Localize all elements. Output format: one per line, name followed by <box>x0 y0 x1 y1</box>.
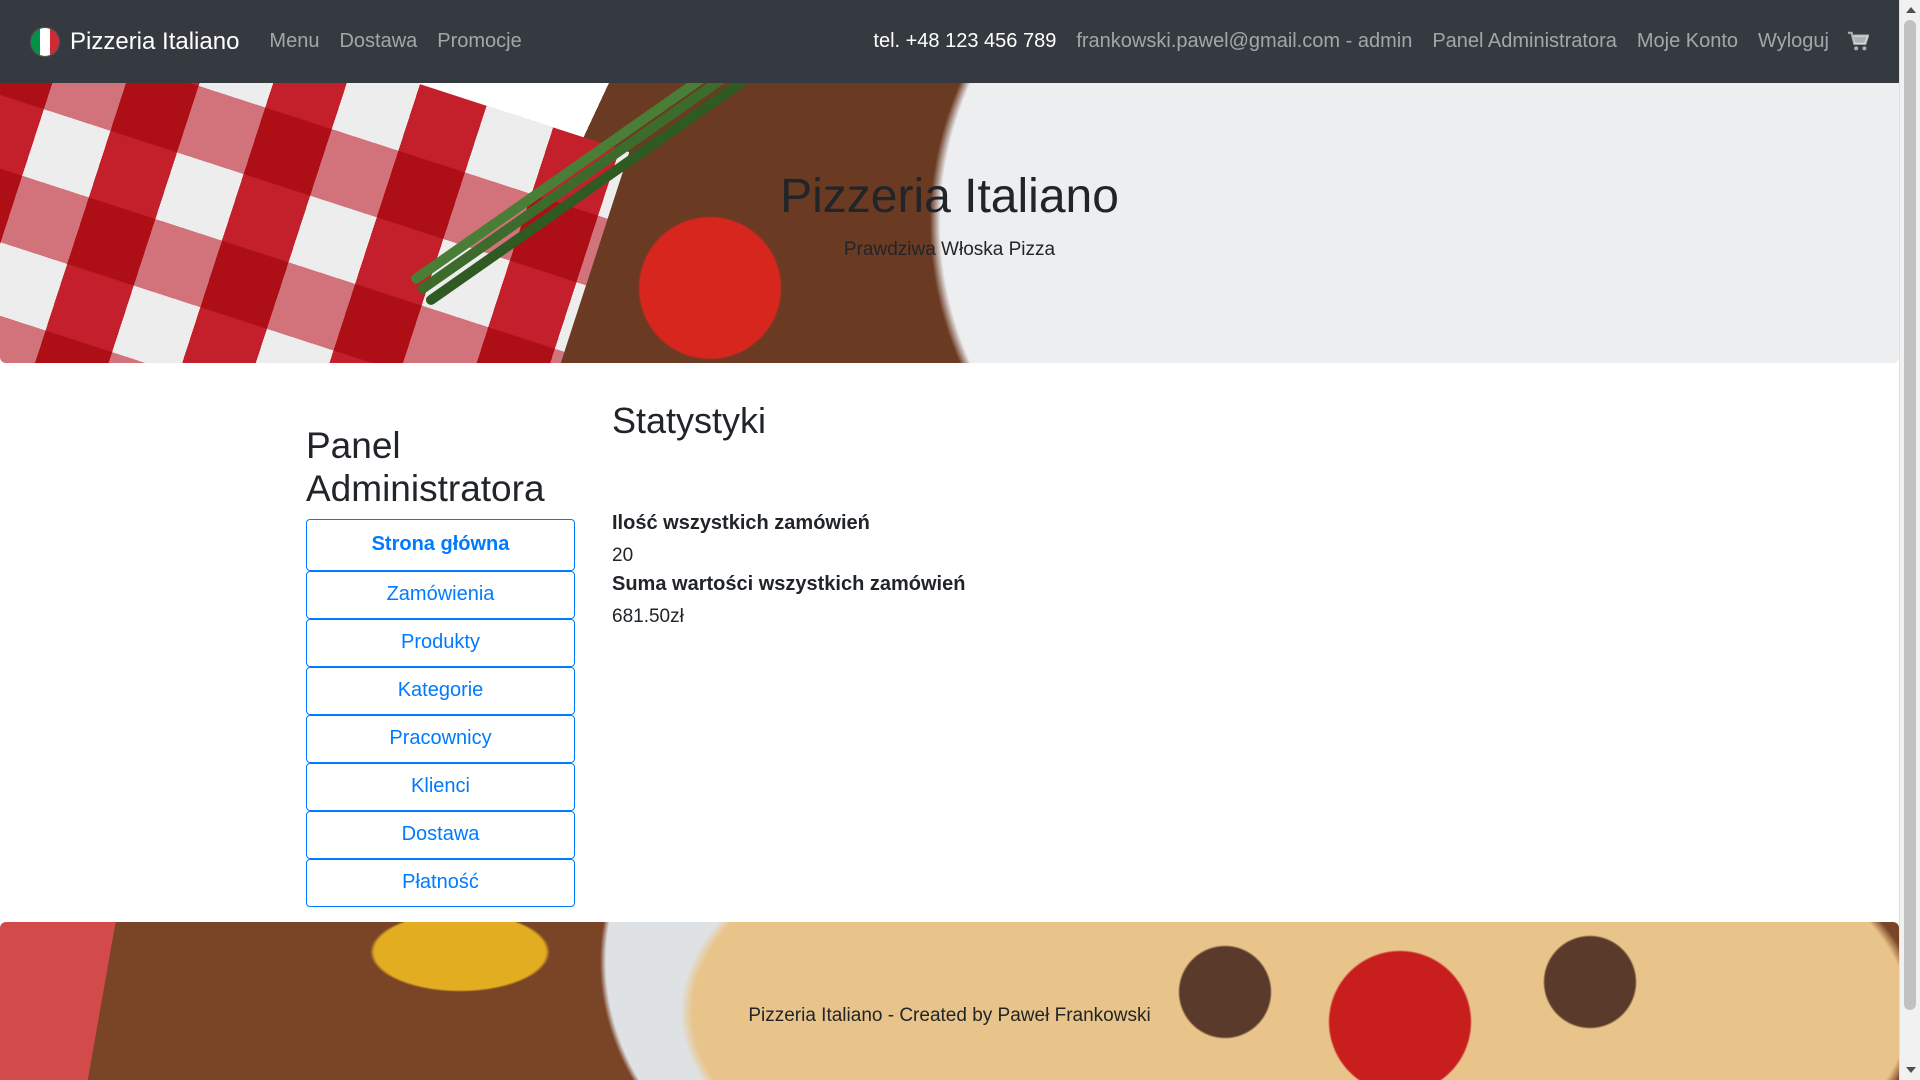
vertical-scrollbar[interactable] <box>1899 0 1920 1080</box>
scrollbar-thumb[interactable] <box>1904 20 1916 1010</box>
cart-link[interactable] <box>1839 23 1869 61</box>
scroll-down-icon[interactable] <box>1906 1067 1916 1073</box>
nav-promotions-link[interactable]: Promocje <box>427 22 531 61</box>
nav-admin-panel-link[interactable]: Panel Administratora <box>1422 22 1627 61</box>
page: Pizzeria Italiano Menu Dostawa Promocje … <box>0 0 1920 1080</box>
nav-logout-link[interactable]: Wyloguj <box>1748 22 1839 61</box>
sidebar-item-employees[interactable]: Pracownicy <box>306 715 575 764</box>
admin-sidebar: Panel Administratora Strona główna Zamów… <box>306 425 576 908</box>
sidebar-item-delivery[interactable]: Dostawa <box>306 811 575 860</box>
orders-count-label: Ilość wszystkich zamówień <box>612 512 870 534</box>
sidebar-item-products[interactable]: Produkty <box>306 619 575 668</box>
page-footer: Pizzeria Italiano - Created by Paweł Fra… <box>0 922 1899 1080</box>
stats-content: Statystyki Ilość wszystkich zamówień 20 … <box>612 400 1512 634</box>
nav-menu-link[interactable]: Menu <box>259 22 329 61</box>
italian-flag-icon <box>30 26 60 57</box>
sidebar-item-categories[interactable]: Kategorie <box>306 667 575 716</box>
shopping-cart-icon <box>1847 31 1869 50</box>
hero-title: Pizzeria Italiano <box>780 170 1119 223</box>
user-nav: tel. +48 123 456 789 frankowski.pawel@gm… <box>863 22 1869 61</box>
brand-link[interactable]: Pizzeria Italiano <box>30 26 240 57</box>
hero-banner: Pizzeria Italiano Prawdziwa Włoska Pizza <box>0 83 1899 363</box>
scroll-up-icon[interactable] <box>1906 7 1916 13</box>
main-nav: Menu Dostawa Promocje <box>259 22 531 61</box>
sidebar-item-clients[interactable]: Klienci <box>306 763 575 812</box>
orders-sum-value: 681.50zł <box>612 606 684 627</box>
orders-sum-label: Suma wartości wszystkich zamówień <box>612 573 966 595</box>
sidebar-title: Panel Administratora <box>306 425 545 509</box>
nav-delivery-link[interactable]: Dostawa <box>329 22 427 61</box>
sidebar-item-orders[interactable]: Zamówienia <box>306 571 575 620</box>
top-navbar: Pizzeria Italiano Menu Dostawa Promocje … <box>0 0 1899 83</box>
sidebar-item-payment[interactable]: Płatność <box>306 859 575 908</box>
orders-count-value: 20 <box>612 545 634 566</box>
footer-credits: Pizzeria Italiano - Created by Paweł Fra… <box>748 1005 1151 1026</box>
sidebar-item-home[interactable]: Strona główna <box>306 519 575 572</box>
page-title: Statystyki <box>612 400 767 441</box>
nav-my-account-link[interactable]: Moje Konto <box>1627 22 1748 61</box>
phone-number: tel. +48 123 456 789 <box>873 30 1057 52</box>
user-email-link[interactable]: frankowski.pawel@gmail.com - admin <box>1066 22 1422 61</box>
hero-subtitle: Prawdziwa Włoska Pizza <box>843 239 1056 260</box>
brand-name: Pizzeria Italiano <box>70 27 240 55</box>
